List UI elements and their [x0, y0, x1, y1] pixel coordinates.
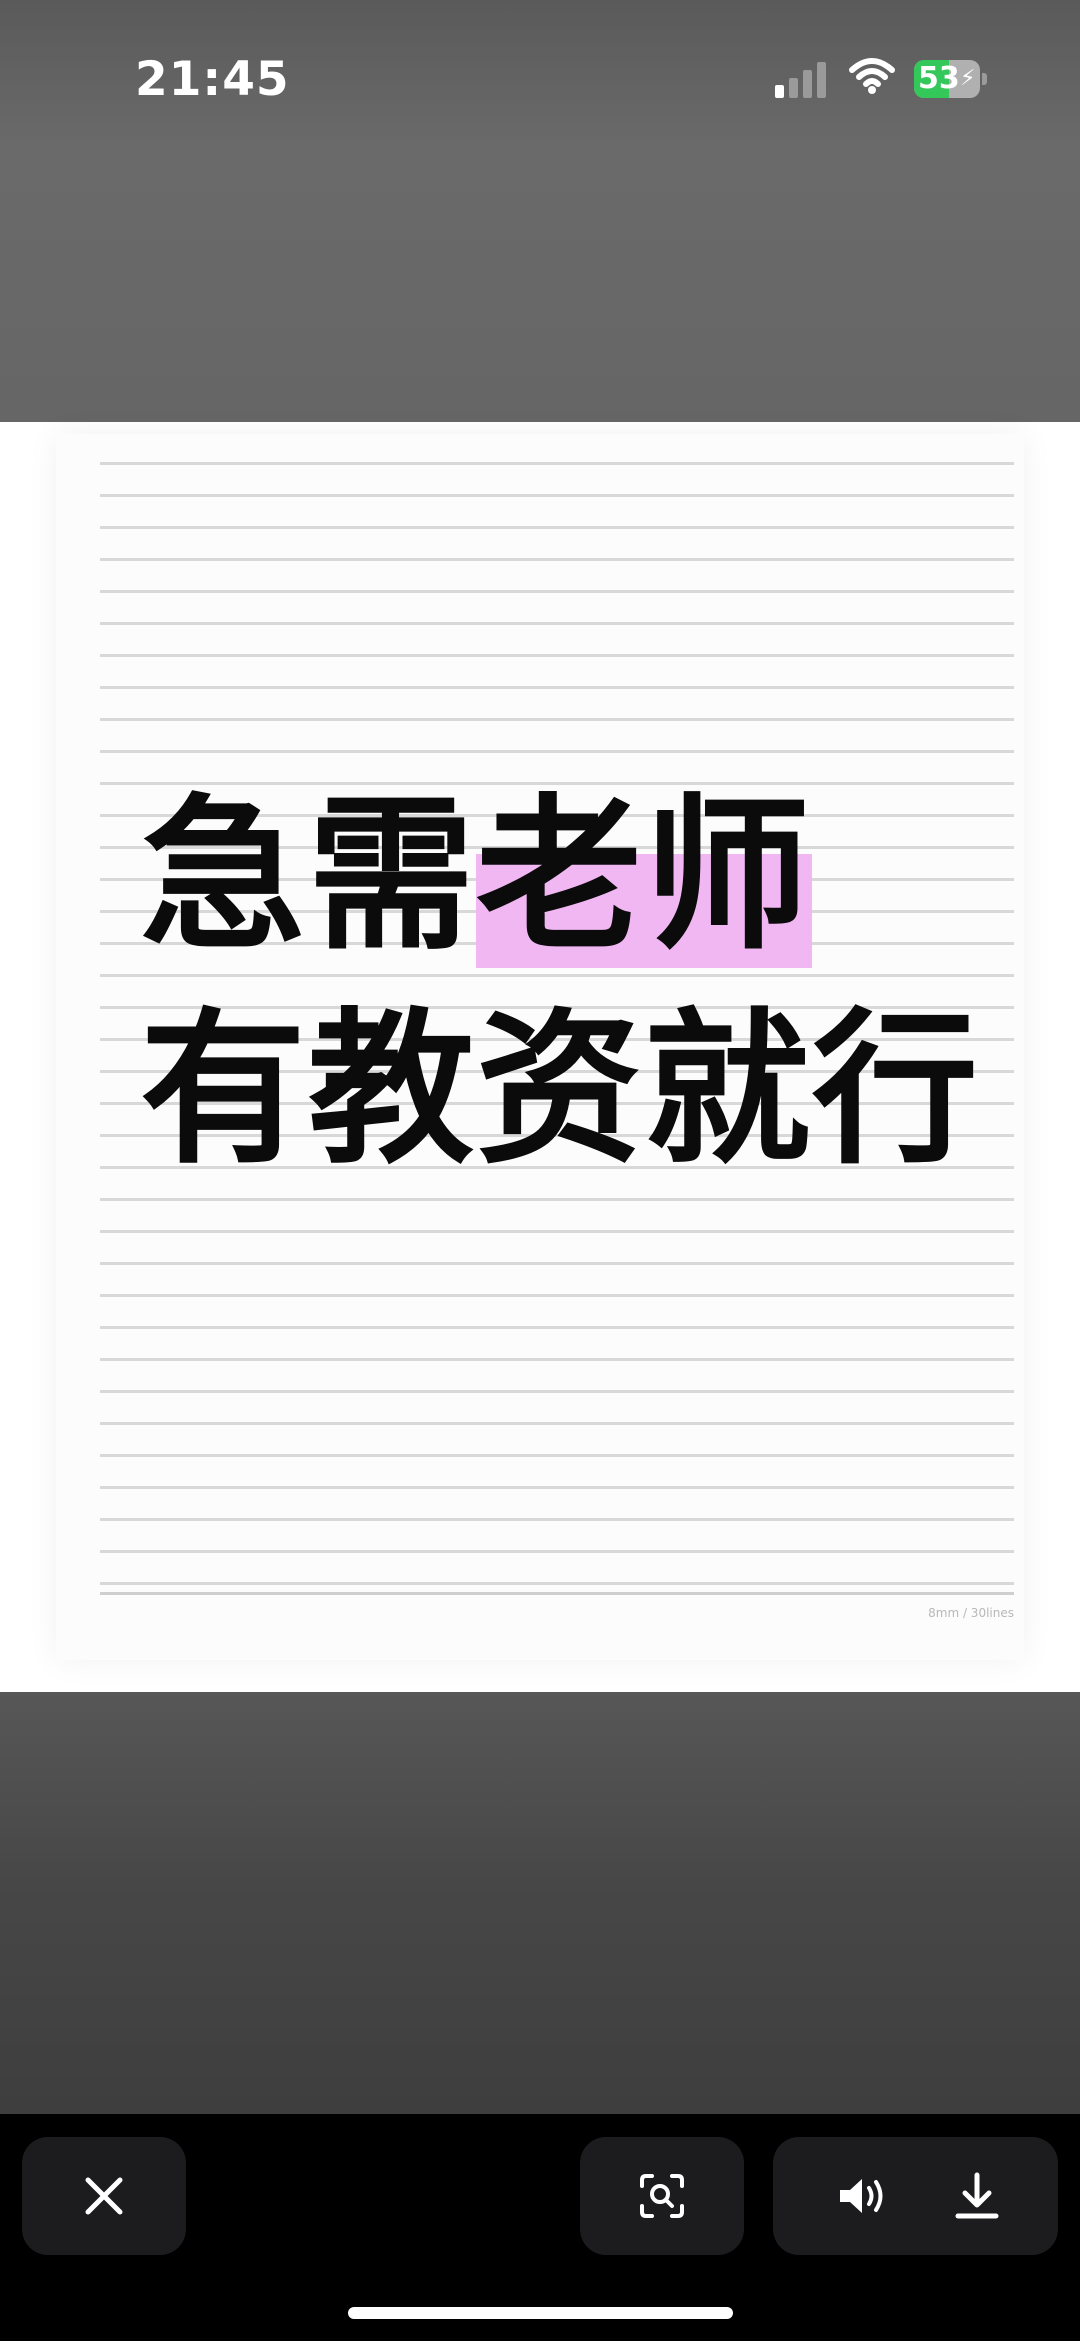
bottom-backdrop: [0, 1692, 1080, 2114]
headline-line-1-highlight: 老师: [476, 780, 812, 973]
headline-line-1-plain: 急需: [140, 780, 476, 973]
cellular-signal-icon: [775, 60, 831, 98]
battery-icon: 53 ⚡: [914, 60, 988, 98]
lined-paper: 8mm / 30lines 急需老师 有教资就行: [56, 434, 1024, 1660]
visual-lookup-icon: [580, 2137, 744, 2255]
status-bar: 21:45 53 ⚡: [0, 0, 1080, 160]
close-icon: [22, 2137, 186, 2255]
media-actions-group: [773, 2137, 1058, 2255]
headline-line-2: 有教资就行: [140, 994, 980, 1187]
status-time: 21:45: [135, 52, 290, 107]
download-button[interactable]: [937, 2137, 1017, 2255]
headline-highlight: 老师: [476, 794, 812, 968]
charging-bolt-icon: ⚡: [960, 66, 976, 91]
paper-bottom-rule: [100, 1592, 1014, 1595]
photo-view[interactable]: 8mm / 30lines 急需老师 有教资就行: [0, 422, 1080, 1692]
speaker-button[interactable]: [823, 2137, 903, 2255]
battery-level: 53: [918, 61, 960, 96]
download-icon: [955, 2172, 999, 2219]
wifi-icon: [849, 58, 895, 94]
headline-line-1: 急需老师: [140, 794, 812, 968]
visual-lookup-button[interactable]: [580, 2137, 744, 2255]
paper-caption: 8mm / 30lines: [928, 1606, 1014, 1620]
home-indicator[interactable]: [348, 2307, 733, 2319]
close-button[interactable]: [22, 2137, 186, 2255]
speaker-icon: [840, 2179, 883, 2213]
